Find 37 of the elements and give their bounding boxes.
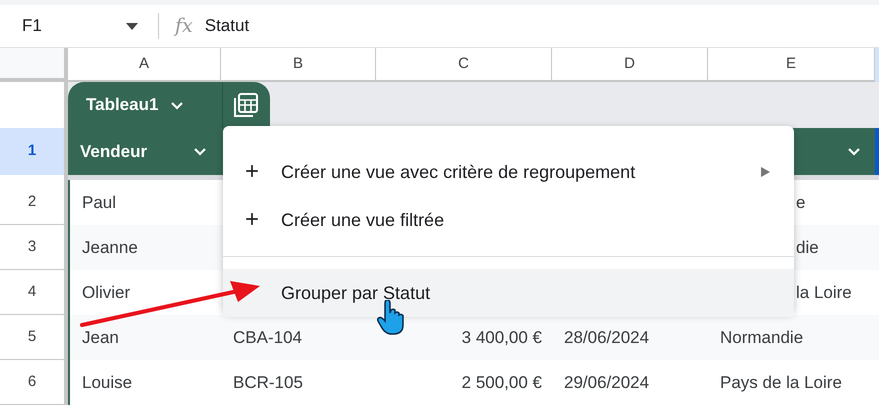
table-cell-text: CBA-104 bbox=[233, 326, 302, 349]
plus-icon: + bbox=[223, 202, 281, 238]
row-number: 6 bbox=[0, 360, 68, 405]
chevron-down-icon[interactable] bbox=[170, 100, 184, 110]
table-cell-text: 3 400,00 € bbox=[462, 326, 542, 349]
table-cell-text: e bbox=[796, 192, 806, 214]
column-header-cell[interactable]: Vendeur bbox=[68, 128, 221, 175]
table-cell-text: Olivier bbox=[82, 282, 130, 304]
formula-label: fx bbox=[175, 14, 193, 39]
table-cell-text: Normandie bbox=[720, 326, 804, 349]
table-cell-text: 29/06/2024 bbox=[564, 372, 650, 394]
chevron-down-icon[interactable] bbox=[193, 147, 207, 156]
menu-item[interactable]: + Créer une vue avec critère de regroupement bbox=[223, 148, 794, 196]
name-box[interactable]: F1 bbox=[22, 13, 42, 39]
table-cell-text: die bbox=[796, 236, 819, 259]
row-number: 4 bbox=[0, 270, 68, 315]
row-number: 5 bbox=[0, 315, 68, 360]
row-number: 3 bbox=[0, 225, 68, 270]
formula-input[interactable]: Statut bbox=[204, 13, 250, 39]
table-grid-icon[interactable] bbox=[233, 92, 259, 118]
chevron-down-icon[interactable] bbox=[847, 147, 861, 156]
table-cell-text: Paul bbox=[82, 192, 116, 214]
table-cell-text: Pays de la Loire bbox=[720, 372, 842, 394]
table-cell-text: 2 500,00 € bbox=[462, 372, 542, 394]
table-cell-text: Jean bbox=[82, 326, 119, 349]
row-number: 2 bbox=[0, 180, 68, 225]
menu-item[interactable]: + Créer une vue filtrée bbox=[223, 196, 794, 244]
table-cell-text: BCR-105 bbox=[233, 372, 303, 394]
plus-icon: + bbox=[223, 154, 281, 190]
table-cell-text: 28/06/2024 bbox=[564, 326, 650, 349]
menu-item[interactable]: Grouper par Statut bbox=[223, 269, 794, 317]
dropdown-icon[interactable] bbox=[126, 22, 138, 30]
table-cell-text: Jeanne bbox=[82, 236, 138, 259]
hand-cursor-icon bbox=[377, 300, 405, 335]
table-cell-text: la Loire bbox=[796, 282, 852, 304]
table-cell-text: Louise bbox=[82, 372, 132, 394]
row-number: 1 bbox=[0, 128, 68, 175]
